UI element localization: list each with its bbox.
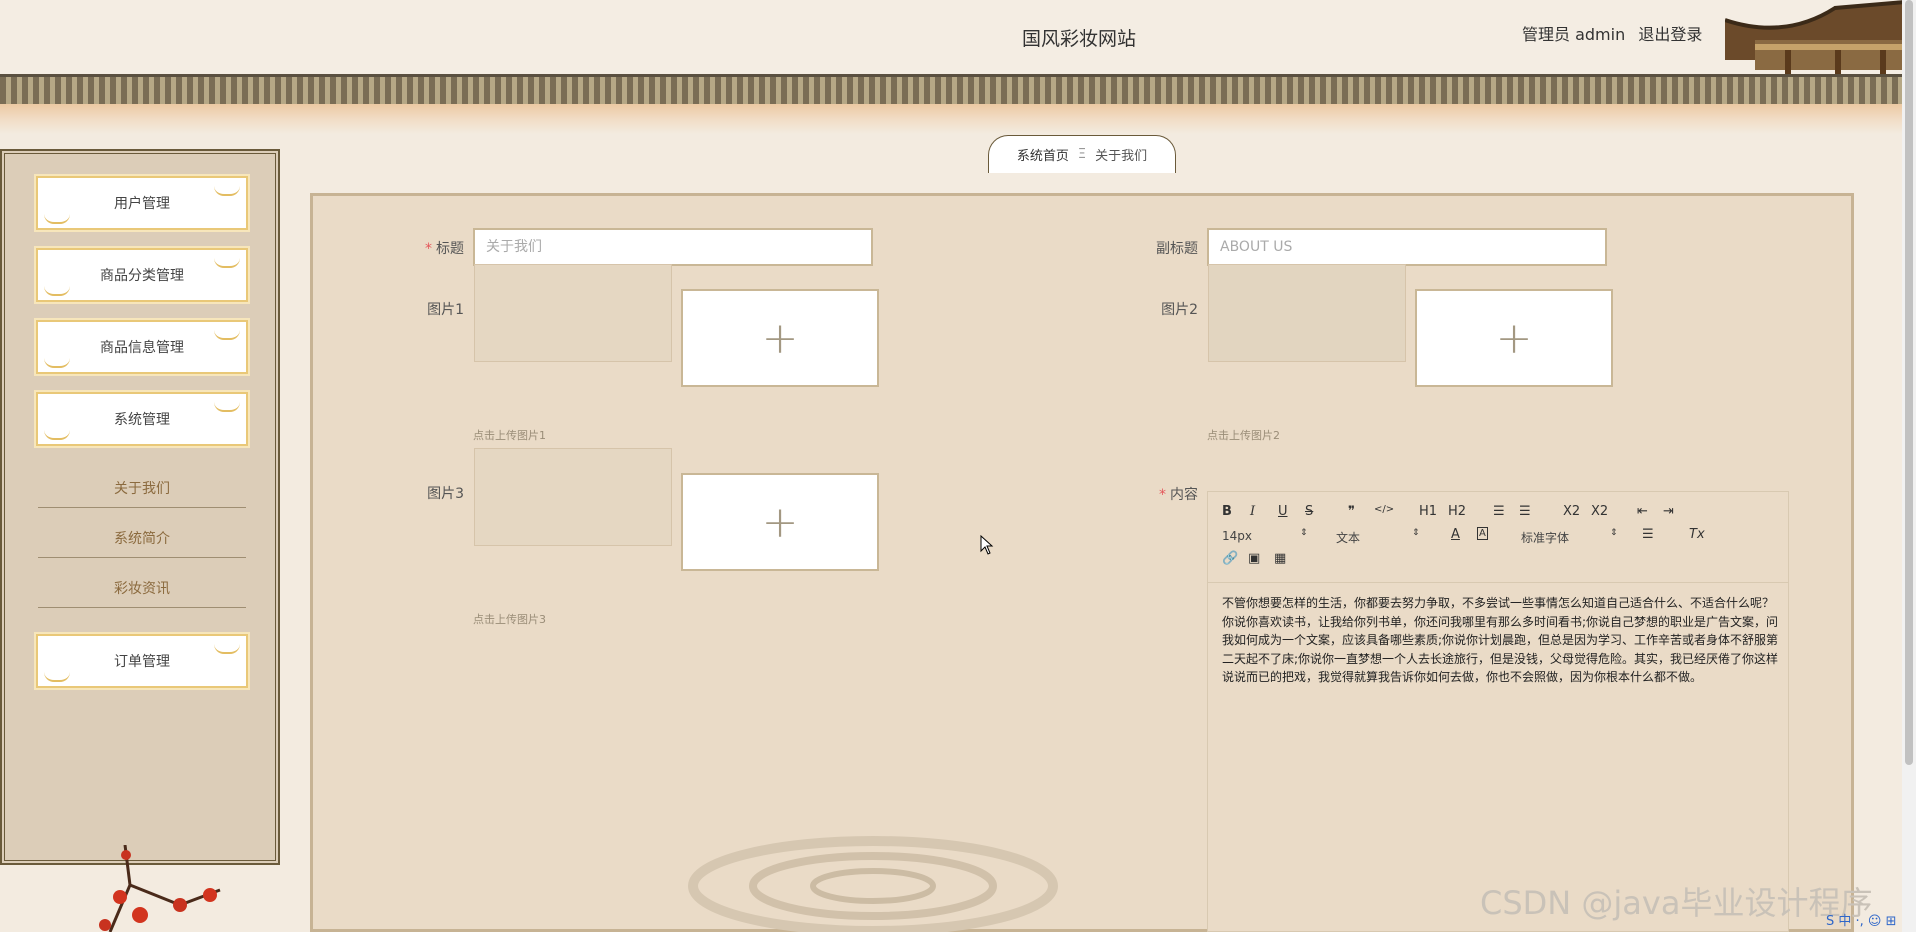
swirl-ornament-icon bbox=[214, 640, 240, 654]
pic3-hint: 点击上传图片3 bbox=[473, 613, 546, 626]
menu-product-management[interactable]: 商品信息管理 bbox=[36, 320, 248, 374]
menu-label: 商品信息管理 bbox=[100, 340, 184, 356]
pic3-preview bbox=[474, 448, 672, 546]
strike-button[interactable]: S bbox=[1305, 504, 1313, 519]
admin-label: 管理员 admin bbox=[1522, 25, 1626, 44]
scrollbar-thumb[interactable] bbox=[1905, 0, 1913, 765]
indent-button[interactable]: ⇥ bbox=[1663, 504, 1674, 519]
menu-label: 用户管理 bbox=[114, 196, 170, 212]
underline-button[interactable]: U bbox=[1278, 504, 1288, 519]
mouse-cursor-icon bbox=[980, 535, 994, 555]
pic3-upload-button[interactable]: + bbox=[681, 473, 879, 571]
swirl-ornament-icon bbox=[44, 668, 70, 682]
title-input[interactable]: 关于我们 bbox=[473, 228, 873, 266]
submenu-makeup-news[interactable]: 彩妆资讯 bbox=[38, 571, 246, 608]
pic2-label: 图片2 bbox=[1161, 302, 1198, 318]
font-size-select[interactable]: 14px bbox=[1222, 529, 1252, 543]
pic1-preview bbox=[474, 264, 672, 362]
logout-link[interactable]: 退出登录 bbox=[1638, 25, 1702, 44]
rich-text-editor[interactable]: B I U S ❞ </> H1 H2 ☰ ☰ X2 X2 ⇤ ⇥ 14px ⇕… bbox=[1207, 491, 1789, 932]
menu-order-management[interactable]: 订单管理 bbox=[36, 634, 248, 688]
breadcrumb-separator-icon: Ξ bbox=[1077, 147, 1087, 162]
editor-content[interactable]: 不管你想要怎样的生活，你都要去努力争取，不多尝试一些事情怎么知道自己适合什么、不… bbox=[1222, 594, 1782, 687]
align-button[interactable]: ☰ bbox=[1642, 527, 1654, 542]
swirl-ornament-icon bbox=[214, 254, 240, 268]
font-color-button[interactable]: A bbox=[1451, 527, 1460, 542]
pic1-hint: 点击上传图片1 bbox=[473, 429, 546, 442]
page-scrollbar[interactable] bbox=[1902, 0, 1916, 932]
swirl-ornament-icon bbox=[44, 282, 70, 296]
water-ripple-decoration bbox=[688, 836, 1058, 932]
content-label-text: 内容 bbox=[1170, 487, 1198, 503]
outdent-button[interactable]: ⇤ bbox=[1637, 504, 1648, 519]
breadcrumb: 系统首页 Ξ 关于我们 bbox=[988, 135, 1176, 173]
title-label: * 标题 bbox=[416, 238, 464, 258]
background-color-button[interactable]: A bbox=[1477, 527, 1488, 540]
swirl-ornament-icon bbox=[214, 326, 240, 340]
code-button[interactable]: </> bbox=[1374, 504, 1394, 515]
pic1-label: 图片1 bbox=[427, 302, 464, 318]
title-label-text: 标题 bbox=[436, 241, 464, 257]
bullet-list-button[interactable]: ☰ bbox=[1519, 504, 1531, 519]
top-header: 国风彩妆网站 管理员 admin 退出登录 bbox=[0, 0, 1916, 78]
pic2-upload-button[interactable]: + bbox=[1415, 289, 1613, 387]
csdn-watermark: CSDN @java毕业设计程序 bbox=[1480, 884, 1873, 922]
video-button[interactable]: ▦ bbox=[1274, 551, 1286, 566]
subtitle-label: 副标题 bbox=[1156, 241, 1198, 257]
clear-format-button[interactable]: Tx bbox=[1689, 527, 1705, 542]
superscript-button[interactable]: X2 bbox=[1591, 504, 1608, 519]
menu-label: 订单管理 bbox=[114, 654, 170, 670]
font-family-select[interactable]: 标准字体 bbox=[1521, 529, 1569, 546]
chevron-updown-icon: ⇕ bbox=[1610, 528, 1618, 538]
ordered-list-button[interactable]: ☰ bbox=[1493, 504, 1505, 519]
italic-button[interactable]: I bbox=[1250, 504, 1255, 519]
ime-tray[interactable]: S 中 ·, ☺ ⊞ bbox=[1826, 910, 1897, 929]
menu-system-management[interactable]: 系统管理 bbox=[36, 392, 248, 446]
plum-blossom-decoration bbox=[99, 845, 221, 932]
pic2-preview bbox=[1208, 264, 1406, 362]
pic1-upload-button[interactable]: + bbox=[681, 289, 879, 387]
ink-wash-band bbox=[0, 104, 1902, 134]
pavilion-decoration bbox=[1725, 0, 1905, 78]
editor-toolbar: B I U S ❞ </> H1 H2 ☰ ☰ X2 X2 ⇤ ⇥ 14px ⇕… bbox=[1208, 492, 1788, 583]
block-format-select[interactable]: 文本 bbox=[1336, 529, 1360, 546]
swirl-ornament-icon bbox=[214, 182, 240, 196]
submenu-about-us[interactable]: 关于我们 bbox=[38, 471, 246, 508]
chevron-updown-icon: ⇕ bbox=[1300, 528, 1308, 538]
plus-icon: + bbox=[1495, 312, 1533, 364]
quote-button[interactable]: ❞ bbox=[1348, 504, 1355, 519]
swirl-ornament-icon bbox=[44, 426, 70, 440]
breadcrumb-home-link[interactable]: 系统首页 bbox=[1017, 145, 1069, 164]
submenu-system-intro[interactable]: 系统简介 bbox=[38, 521, 246, 558]
menu-label: 系统管理 bbox=[114, 412, 170, 428]
bold-button[interactable]: B bbox=[1222, 504, 1232, 519]
pic3-label: 图片3 bbox=[427, 486, 464, 502]
link-button[interactable]: 🔗 bbox=[1222, 551, 1238, 566]
pic2-hint: 点击上传图片2 bbox=[1207, 429, 1280, 442]
menu-label: 商品分类管理 bbox=[100, 268, 184, 284]
menu-user-management[interactable]: 用户管理 bbox=[36, 176, 248, 230]
user-area: 管理员 admin 退出登录 bbox=[1522, 21, 1710, 45]
breadcrumb-current: 关于我们 bbox=[1095, 149, 1148, 164]
swirl-ornament-icon bbox=[214, 398, 240, 412]
subtitle-input[interactable]: ABOUT US bbox=[1207, 228, 1607, 266]
subscript-button[interactable]: X2 bbox=[1563, 504, 1580, 519]
menu-category-management[interactable]: 商品分类管理 bbox=[36, 248, 248, 302]
required-mark: * bbox=[1159, 487, 1166, 503]
plus-icon: + bbox=[761, 496, 799, 548]
chevron-updown-icon: ⇕ bbox=[1412, 528, 1420, 538]
plus-icon: + bbox=[761, 312, 799, 364]
content-label: * 内容 bbox=[1150, 484, 1198, 504]
sidebar: 用户管理 商品分类管理 商品信息管理 系统管理 关于我们 系统简介 彩妆资讯 订… bbox=[0, 149, 280, 865]
image-button[interactable]: ▣ bbox=[1248, 551, 1260, 566]
site-title: 国风彩妆网站 bbox=[1022, 28, 1137, 50]
swirl-ornament-icon bbox=[44, 210, 70, 224]
swirl-ornament-icon bbox=[44, 354, 70, 368]
h2-button[interactable]: H2 bbox=[1448, 504, 1466, 519]
h1-button[interactable]: H1 bbox=[1419, 504, 1437, 519]
required-mark: * bbox=[425, 241, 432, 257]
